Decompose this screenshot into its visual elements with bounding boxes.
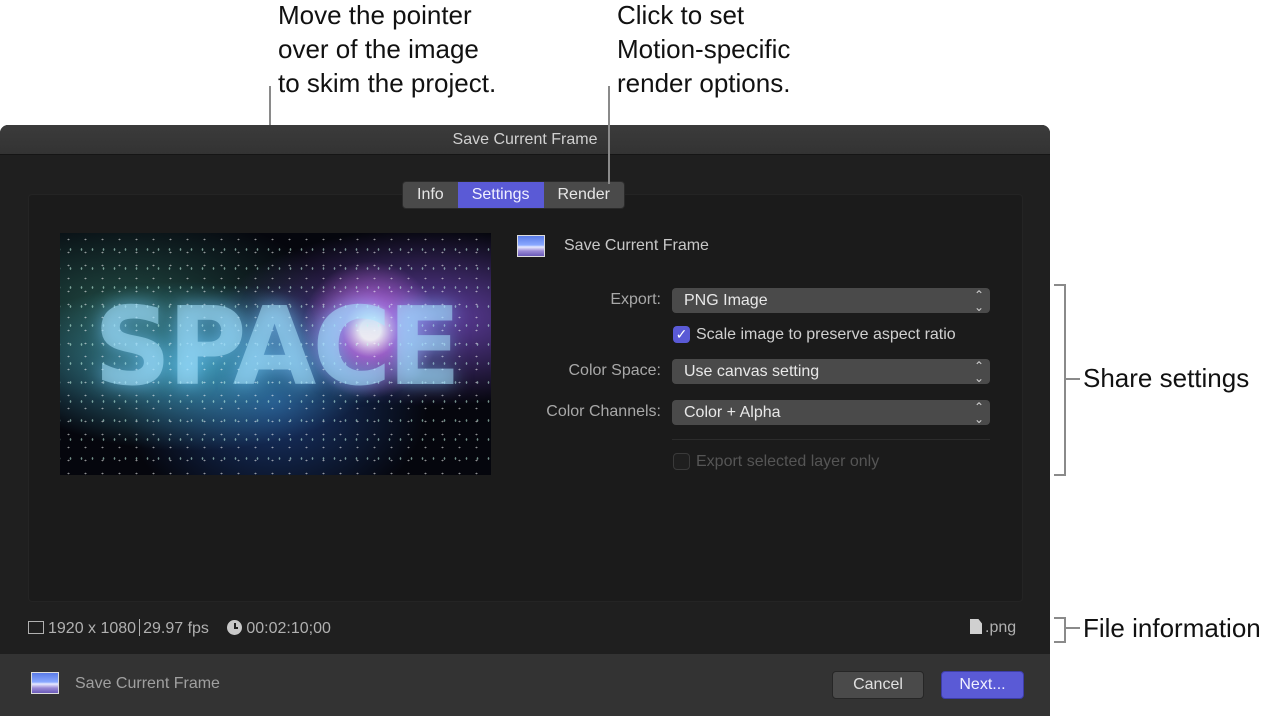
duration: 00:02:10;00 — [246, 620, 331, 637]
file-info-row: 1920 x 1080 29.97 fps 00:02:10;00 — [28, 619, 331, 638]
settings-divider — [672, 439, 990, 440]
preview-image[interactable]: SPACE — [60, 233, 491, 475]
share-settings-bracket — [1054, 284, 1066, 476]
share-settings-bracket-tick — [1066, 378, 1080, 380]
popup-stepper-icon: ⌃ ⌄ — [973, 400, 984, 426]
cancel-button[interactable]: Cancel — [832, 671, 924, 699]
color-space-popup[interactable]: Use canvas setting ⌃ ⌄ — [672, 359, 990, 384]
footer-preset-thumbnail-icon — [31, 672, 59, 694]
scale-image-label: Scale image to preserve aspect ratio — [696, 326, 956, 343]
file-info-bracket-tick — [1066, 627, 1080, 629]
preset-name: Save Current Frame — [564, 237, 709, 254]
callout-skim-line-3: to skim the project. — [278, 68, 497, 98]
callout-skim: Move the pointer over of the image to sk… — [278, 0, 496, 100]
callout-render-line-2: Motion-specific — [617, 34, 791, 64]
tab-settings[interactable]: Settings — [457, 182, 544, 208]
scale-image-checkbox[interactable]: ✓ — [673, 326, 690, 343]
resolution: 1920 x 1080 — [48, 620, 137, 637]
callout-file-information: File information — [1083, 613, 1261, 643]
file-extension: .png — [985, 619, 1017, 636]
color-channels-popup[interactable]: Color + Alpha ⌃ ⌄ — [672, 400, 990, 425]
footer-preset-name: Save Current Frame — [75, 675, 220, 692]
save-current-frame-dialog: Save Current Frame Info Settings Render … — [0, 125, 1050, 716]
color-space-label: Color Space: — [568, 362, 662, 379]
callout-render-line-1: Click to set — [617, 0, 745, 30]
export-selected-layer-label: Export selected layer only — [696, 453, 880, 470]
dialog-title: Save Current Frame — [0, 125, 1050, 155]
info-separator — [139, 619, 141, 636]
export-value: PNG Image — [684, 292, 768, 309]
file-info-bracket — [1054, 617, 1066, 643]
callout-render-leader — [608, 86, 610, 184]
resolution-icon — [28, 621, 44, 634]
export-selected-layer-checkbox[interactable] — [673, 453, 690, 470]
dialog-footer: Save Current Frame Cancel Next... — [0, 654, 1050, 716]
callout-render-line-3: render options. — [617, 68, 791, 98]
clock-icon — [227, 620, 243, 635]
callout-skim-line-2: over of the image — [278, 34, 479, 64]
next-button[interactable]: Next... — [941, 671, 1024, 699]
export-popup[interactable]: PNG Image ⌃ ⌄ — [672, 288, 990, 313]
callout-skim-line-1: Move the pointer — [278, 0, 472, 30]
tab-bar: Info Settings Render — [402, 181, 625, 209]
document-icon — [970, 619, 982, 634]
popup-stepper-icon: ⌃ ⌄ — [973, 359, 984, 385]
export-label: Export: — [610, 291, 661, 308]
file-extension-info: .png — [970, 619, 1016, 637]
preset-thumbnail-icon — [517, 235, 545, 257]
frame-rate: 29.97 fps — [143, 620, 209, 637]
color-channels-label: Color Channels: — [546, 403, 661, 420]
preview-title-text: SPACE — [93, 285, 462, 410]
tab-render[interactable]: Render — [544, 182, 624, 208]
callout-render: Click to set Motion-specific render opti… — [617, 0, 790, 100]
color-channels-value: Color + Alpha — [684, 404, 781, 421]
tab-info[interactable]: Info — [403, 182, 458, 208]
color-space-value: Use canvas setting — [684, 363, 820, 380]
callout-share-settings: Share settings — [1083, 363, 1250, 393]
popup-stepper-icon: ⌃ ⌄ — [973, 288, 984, 314]
